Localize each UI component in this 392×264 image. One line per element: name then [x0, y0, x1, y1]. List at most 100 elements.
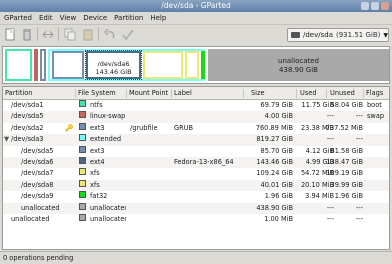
menu-partition[interactable]: Partition — [114, 12, 143, 24]
cell-size: 109.24 GiB — [256, 169, 293, 178]
minimize-button[interactable] — [361, 2, 369, 10]
table-row[interactable]: 🔑/dev/sda2 ext3/grubfile GRUB 760.89 MiB 23.… — [3, 122, 389, 135]
cell-partition: /dev/sda9 — [21, 192, 54, 201]
cell-unused: --- — [355, 203, 363, 212]
diskmap-partition-sda9[interactable] — [201, 51, 205, 79]
cell-partition: /dev/sda1 — [11, 101, 44, 109]
table-header: Partition File System Mount Point Label … — [3, 87, 389, 100]
cell-size: 760.89 MiB — [255, 123, 293, 132]
column-header-size[interactable]: Size — [251, 87, 265, 100]
menu-edit[interactable]: Edit — [39, 12, 53, 24]
table-row[interactable]: /dev/sda8 xfs 40.01 GiB 20.10 MiB 39.99 GiB — [3, 179, 389, 192]
undo-icon[interactable] — [104, 28, 116, 41]
cell-size: 69.79 GiB — [260, 101, 293, 109]
menu-device[interactable]: Device — [83, 12, 107, 24]
cell-partition: unallocated — [11, 214, 50, 223]
resize-move-icon[interactable] — [42, 28, 54, 41]
filesystem-color-swatch — [79, 122, 86, 130]
new-partition-icon[interactable] — [4, 28, 16, 41]
filesystem-color-swatch — [79, 145, 86, 153]
column-header-label[interactable]: Label — [174, 87, 192, 100]
unallocated-size: 438.90 GiB — [279, 66, 318, 74]
copy-icon[interactable] — [64, 28, 76, 41]
menu-gparted[interactable]: GParted — [4, 12, 32, 24]
disk-map: /dev/sda6 143.46 GiB unallocated 438.90 … — [2, 46, 390, 84]
device-selector[interactable]: /dev/sda (931.51 GiB) ▼ — [287, 28, 389, 42]
filesystem-color-swatch — [79, 134, 86, 142]
table-row[interactable]: ▼/dev/sda3 extended 819.27 GiB --- --- — [3, 134, 389, 146]
menu-view[interactable]: View — [60, 12, 77, 24]
toolbar-separator — [98, 28, 99, 41]
diskmap-partition-sda5[interactable] — [52, 51, 84, 79]
filesystem-color-swatch — [79, 179, 86, 187]
cell-filesystem: ntfs — [90, 101, 103, 109]
unallocated-label: unallocated — [278, 57, 319, 65]
table-row[interactable]: /dev/sda5 ext3 85.70 GiB 4.12 GiB 81.58 GiB — [3, 145, 389, 157]
cell-unused: 109.19 GiB — [326, 169, 363, 178]
selected-partition-name: /dev/sda6 — [97, 60, 130, 68]
filesystem-color-swatch — [79, 100, 86, 107]
cell-filesystem: extended — [90, 135, 122, 144]
window-title: /dev/sda - GParted — [161, 1, 231, 10]
expander-arrow-icon[interactable]: ▼ — [4, 134, 9, 145]
cell-filesystem: ext4 — [90, 157, 105, 166]
diskmap-partition-sda7[interactable] — [143, 51, 183, 79]
table-row[interactable]: unallocated unallocated 1.00 MiB --- --- — [3, 213, 389, 226]
cell-partition: /dev/sda5 — [11, 112, 44, 121]
toolbar-separator — [58, 28, 59, 41]
cell-unused: 737.52 MiB — [325, 123, 363, 132]
cell-partition: /dev/sda8 — [21, 180, 54, 189]
column-header-filesystem[interactable]: File System — [78, 87, 116, 100]
cell-size: 4.00 GiB — [264, 112, 293, 121]
chevron-down-icon: ▼ — [383, 31, 388, 39]
table-row[interactable]: /dev/sda6 ext4 Fedora-13-x86_64 143.46 GiB 4… — [3, 156, 389, 169]
cell-filesystem: ext3 — [90, 146, 105, 155]
maximize-button[interactable] — [371, 2, 379, 10]
toolbar: /dev/sda (931.51 GiB) ▼ — [0, 24, 392, 44]
cell-partition: /dev/sda2 — [11, 123, 44, 132]
column-header-used[interactable]: Used — [300, 87, 317, 100]
column-header-flags[interactable]: Flags — [366, 87, 383, 100]
cell-size: 85.70 GiB — [260, 146, 293, 155]
diskmap-unallocated[interactable]: unallocated 438.90 GiB — [208, 49, 389, 81]
cell-label: GRUB — [174, 123, 194, 132]
table-row[interactable]: /dev/sda1 ntfs 69.79 GiB 11.75 GiB 58.04 GiB… — [3, 100, 389, 112]
table-row[interactable]: /dev/sda9 fat32 1.96 GiB 3.94 MiB 1.96 GiB — [3, 191, 389, 203]
selected-partition-size: 143.46 GiB — [95, 68, 132, 76]
cell-filesystem: xfs — [90, 169, 100, 178]
filesystem-color-swatch — [79, 111, 86, 119]
diskmap-partition-sda2[interactable] — [40, 49, 46, 81]
menu-help[interactable]: Help — [150, 12, 166, 24]
table-row[interactable]: /dev/sda7 xfs 109.24 GiB 54.72 MiB 109.19 Gi… — [3, 168, 389, 180]
device-size: (931.51 GiB) — [336, 31, 381, 39]
diskmap-partition-swap[interactable] — [34, 49, 38, 81]
cell-size: 438.90 GiB — [256, 203, 293, 212]
apply-icon[interactable] — [122, 28, 134, 41]
title-bar: /dev/sda - GParted — [0, 0, 392, 12]
filesystem-color-swatch — [79, 156, 86, 164]
filesystem-color-swatch — [79, 168, 86, 176]
cell-partition: /dev/sda3 — [11, 135, 44, 144]
filesystem-color-swatch — [79, 191, 86, 199]
column-header-partition[interactable]: Partition — [5, 87, 32, 100]
status-text: 0 operations pending — [3, 254, 74, 262]
cell-unused: --- — [355, 135, 363, 144]
harddisk-icon — [291, 32, 300, 38]
diskmap-partition-sda8[interactable] — [185, 51, 199, 79]
diskmap-partition-sda1[interactable] — [5, 49, 32, 81]
diskmap-partition-sda6[interactable]: /dev/sda6 143.46 GiB — [85, 50, 142, 80]
cell-filesystem: fat32 — [90, 192, 108, 201]
column-header-mountpoint[interactable]: Mount Point — [129, 87, 168, 100]
cell-mountpoint: /grubfile — [130, 123, 158, 132]
column-header-unused[interactable]: Unused — [330, 87, 355, 100]
delete-partition-icon[interactable] — [21, 28, 33, 41]
cell-size: 40.01 GiB — [260, 180, 293, 189]
cell-size: 819.27 GiB — [256, 135, 293, 144]
cell-partition: /dev/sda5 — [21, 146, 54, 155]
paste-icon[interactable] — [82, 28, 94, 41]
table-row[interactable]: /dev/sda5 linux-swap 4.00 GiB --- --- swap — [3, 111, 389, 123]
cell-size: 143.46 GiB — [256, 157, 293, 166]
close-button[interactable] — [381, 2, 389, 10]
cell-unused: --- — [355, 214, 363, 223]
table-row[interactable]: unallocated unallocated 438.90 GiB --- --- — [3, 202, 389, 214]
